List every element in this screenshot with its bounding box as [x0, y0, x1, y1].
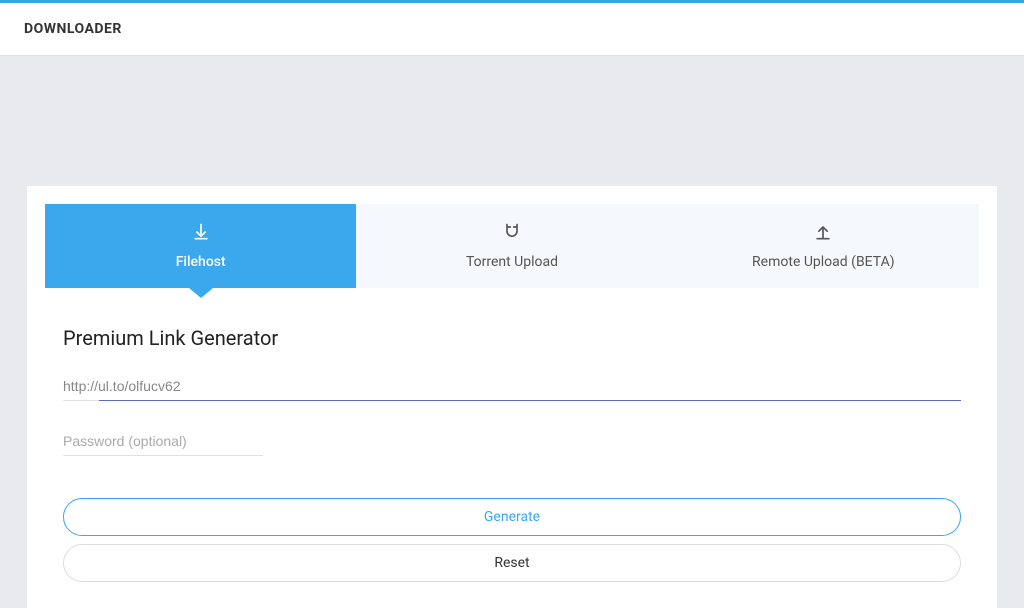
page-title: DOWNLOADER	[24, 21, 1000, 37]
upload-icon	[813, 222, 833, 246]
magnet-icon	[502, 222, 522, 246]
password-input[interactable]	[63, 429, 263, 456]
tab-label-filehost: Filehost	[176, 254, 226, 270]
url-input-group	[63, 374, 961, 401]
tab-label-remote: Remote Upload (BETA)	[752, 254, 895, 270]
url-input-underline	[99, 400, 961, 402]
downloader-card: Filehost Torrent Upload	[27, 186, 997, 608]
url-input[interactable]	[63, 374, 961, 401]
tab-remote-upload[interactable]: Remote Upload (BETA)	[668, 204, 979, 288]
tab-label-torrent: Torrent Upload	[466, 254, 558, 270]
generate-button[interactable]: Generate	[63, 498, 961, 536]
tab-filehost[interactable]: Filehost	[45, 204, 356, 288]
tabs-container: Filehost Torrent Upload	[45, 204, 979, 288]
password-input-group	[63, 429, 961, 456]
button-row: Generate Reset	[63, 498, 961, 582]
tab-content: Premium Link Generator Generate Reset	[45, 288, 979, 582]
header: DOWNLOADER	[0, 3, 1024, 56]
section-title: Premium Link Generator	[63, 326, 961, 350]
tab-torrent-upload[interactable]: Torrent Upload	[356, 204, 667, 288]
main-content: Filehost Torrent Upload	[0, 56, 1024, 608]
reset-button[interactable]: Reset	[63, 544, 961, 582]
download-icon	[191, 222, 211, 246]
